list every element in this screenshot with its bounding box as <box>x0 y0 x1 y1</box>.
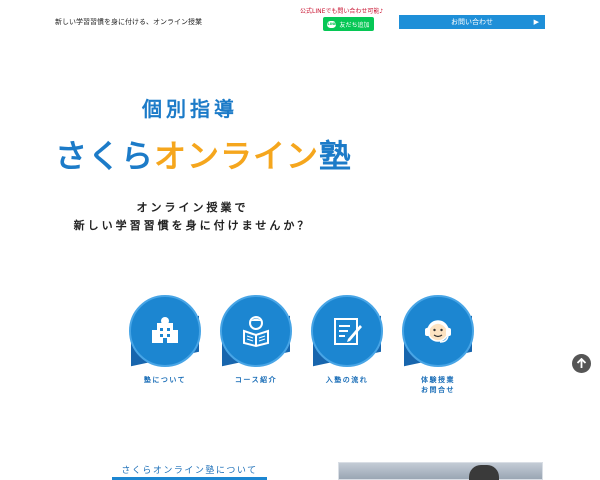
hero-title: さくらオンライン塾 <box>55 131 352 177</box>
person-head <box>469 465 499 480</box>
reading-student-icon <box>243 316 269 348</box>
feature-label[interactable]: 入塾の流れ <box>297 375 397 385</box>
hero-title-part3: 塾 <box>319 137 353 175</box>
support-headset-icon <box>425 320 451 343</box>
hero-subtitle: 個別指導 <box>142 97 238 121</box>
feature-label[interactable]: 体験授業 お問合せ <box>388 375 488 395</box>
feature-circle[interactable] <box>311 295 383 367</box>
line-add-friend-button[interactable]: LINE 友だち追加 <box>323 17 374 31</box>
site-tagline: 新しい学習習慣を身に付ける、オンライン授業 <box>55 18 202 26</box>
hero-title-part1: さくら <box>55 137 155 175</box>
feature-course[interactable]: コース紹介 <box>220 295 292 390</box>
feature-label[interactable]: コース紹介 <box>206 375 306 385</box>
feature-trial-inquiry[interactable]: 体験授業 お問合せ <box>402 295 474 394</box>
hero-catch-line1: オンライン授業で <box>136 201 249 214</box>
hero-catch-line2: 新しい学習習慣を身に付けませんか？ <box>73 219 312 232</box>
about-photo <box>338 462 543 480</box>
line-button-label: 友だち追加 <box>339 21 370 29</box>
play-arrow-icon: ▶ <box>533 18 539 26</box>
school-building-icon <box>152 317 178 343</box>
hero-title-part2: オンライン <box>154 137 320 175</box>
arrow-up-icon <box>576 358 587 368</box>
scroll-to-top-button[interactable] <box>572 354 591 373</box>
page: 新しい学習習慣を身に付ける、オンライン授業 公式LINEでも問い合わせ可能♪ L… <box>0 0 600 480</box>
about-heading: さくらオンライン塾について <box>121 466 258 476</box>
feature-circle[interactable] <box>402 295 474 367</box>
line-logo-icon: LINE <box>327 20 337 28</box>
feature-label[interactable]: 塾について <box>115 375 215 385</box>
feature-enrollment-flow[interactable]: 入塾の流れ <box>311 295 383 390</box>
feature-circle[interactable] <box>220 295 292 367</box>
contact-button[interactable]: お問い合わせ ▶ <box>399 15 545 29</box>
feature-about[interactable]: 塾について <box>129 295 201 390</box>
feature-circle[interactable] <box>129 295 201 367</box>
line-note: 公式LINEでも問い合わせ可能♪ <box>300 8 384 15</box>
contact-button-label: お問い合わせ <box>451 18 493 26</box>
checklist-icon <box>334 318 362 345</box>
